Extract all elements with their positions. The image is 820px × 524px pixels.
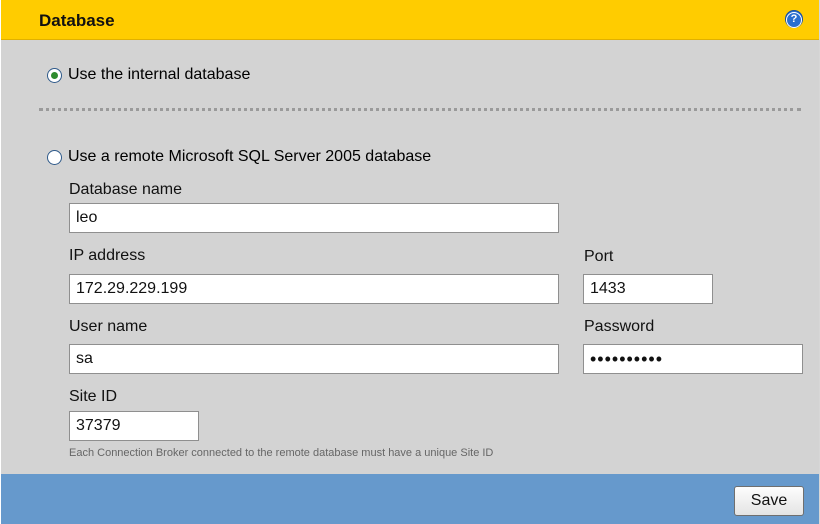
remote-database-label: Use a remote Microsoft SQL Server 2005 d…	[68, 148, 432, 165]
panel-footer	[1, 474, 819, 524]
site-id-label: Site ID	[69, 388, 118, 405]
help-icon[interactable]: ?	[785, 10, 803, 28]
port-input[interactable]	[583, 274, 713, 304]
save-button[interactable]: Save	[734, 486, 804, 516]
port-label: Port	[584, 248, 614, 265]
remote-database-option[interactable]: Use a remote Microsoft SQL Server 2005 d…	[47, 148, 431, 166]
user-name-input[interactable]	[69, 344, 559, 374]
internal-database-label: Use the internal database	[68, 66, 251, 83]
remote-database-radio[interactable]	[47, 149, 62, 165]
site-id-hint: Each Connection Broker connected to the …	[69, 447, 494, 459]
option-divider	[39, 108, 801, 111]
panel-header: Database ?	[1, 0, 819, 40]
panel-title: Database	[39, 11, 115, 30]
help-icon-glyph: ?	[786, 12, 802, 28]
user-name-label: User name	[69, 318, 148, 335]
internal-database-radio[interactable]	[47, 67, 62, 83]
database-name-input[interactable]	[69, 203, 559, 233]
password-label: Password	[584, 318, 655, 335]
database-name-label: Database name	[69, 181, 182, 198]
ip-address-label: IP address	[69, 247, 146, 264]
site-id-input[interactable]	[69, 411, 199, 441]
ip-address-input[interactable]	[69, 274, 559, 304]
internal-database-option[interactable]: Use the internal database	[47, 66, 250, 84]
password-input[interactable]	[583, 344, 803, 374]
database-settings-panel: Database ? Use the internal database Use…	[0, 0, 819, 524]
